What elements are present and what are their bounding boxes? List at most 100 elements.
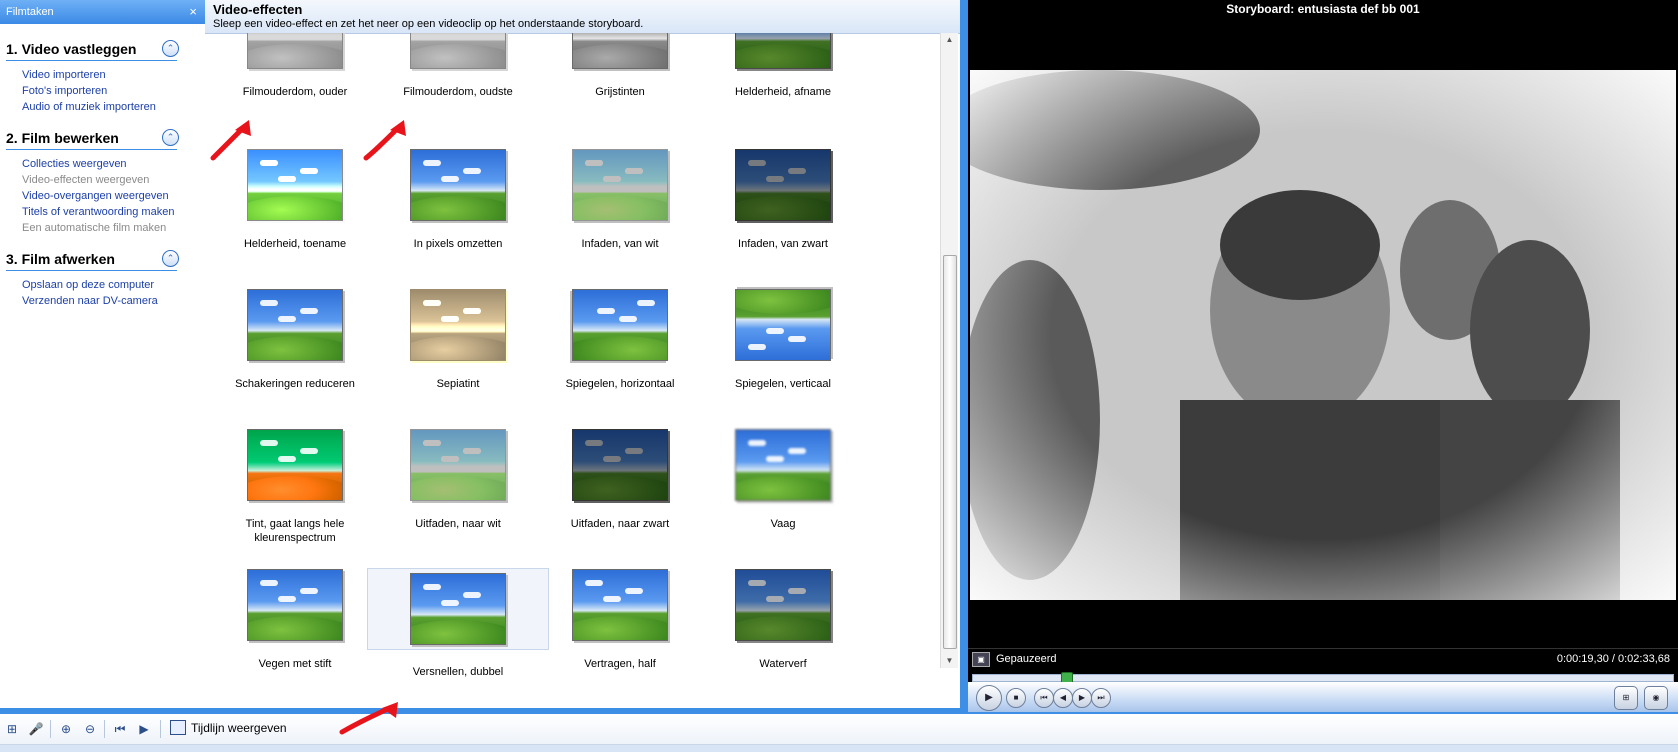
effect-label: In pixels omzetten — [413, 238, 503, 250]
thumbnail-cloud — [637, 300, 655, 306]
effect-label: Sepiatint — [436, 378, 480, 390]
thumbnail-hill — [248, 336, 342, 360]
play-icon[interactable]: ▶ — [976, 685, 1002, 711]
thumbnail-cloud — [300, 308, 318, 314]
thumbnail-hill — [736, 44, 830, 68]
effect-item[interactable]: Grijstinten — [530, 33, 710, 99]
effect-item[interactable]: Filmouderdom, ouder — [205, 33, 385, 99]
thumbnail-cloud — [441, 316, 459, 322]
effect-item[interactable]: Helderheid, toename — [205, 149, 385, 251]
collapse-chevron-icon[interactable]: ⌃ — [162, 40, 179, 57]
task-link[interactable]: Video importeren — [22, 67, 205, 83]
pane-splitter-vertical[interactable] — [960, 0, 968, 714]
next-frame-icon[interactable]: ⏭ — [1091, 688, 1111, 708]
effect-item[interactable]: Uitfaden, naar zwart — [530, 429, 710, 531]
effect-label: Vegen met stift — [258, 658, 332, 670]
effect-item[interactable]: Vegen met stift — [205, 569, 385, 671]
scroll-down-arrow-icon[interactable]: ▼ — [941, 654, 958, 668]
task-pane-header: Filmtaken × — [0, 0, 205, 24]
effect-thumbnail — [247, 149, 343, 221]
thumbnail-hill — [573, 196, 667, 220]
task-link[interactable]: Verzenden naar DV-camera — [22, 293, 205, 309]
content-subtitle: Sleep een video-effect en zet het neer o… — [213, 18, 644, 30]
effect-item[interactable]: Vertragen, half — [530, 569, 710, 671]
annotation-arrow-icon — [210, 120, 251, 161]
split-clip-icon[interactable]: ⊞ — [1614, 686, 1638, 710]
narrate-microphone-icon[interactable]: 🎤 — [28, 721, 44, 737]
effect-thumbnail — [735, 149, 831, 221]
task-sections: 1. Video vastleggen ⌃ Video importeren Foto… — [0, 40, 205, 309]
storyboard-toolbar: ⊞ 🎤 ⊕ ⊖ ⏮ ▶ Tijdlijn weergeven — [0, 714, 1678, 745]
thumbnail-hill — [248, 196, 342, 220]
effects-scrollbar[interactable]: ▲ ▼ — [940, 33, 958, 668]
content-header: Video-effecten Sleep een video-effect en… — [205, 0, 960, 34]
thumbnail-cloud — [260, 440, 278, 446]
zoom-out-icon[interactable]: ⊖ — [82, 721, 98, 737]
seek-bar[interactable] — [972, 672, 1674, 684]
rewind-storyboard-icon[interactable]: ⏮ — [112, 721, 128, 737]
play-storyboard-icon[interactable]: ▶ — [136, 721, 152, 737]
effect-item[interactable]: Helderheid, afname — [693, 33, 873, 99]
task-section-header[interactable]: 3. Film afwerken ⌃ — [6, 250, 179, 271]
effect-thumbnail-frame — [530, 289, 710, 361]
effect-item[interactable]: Waterverf — [693, 569, 873, 671]
rewind-icon[interactable]: ◀ — [1053, 688, 1073, 708]
effect-thumbnail — [735, 429, 831, 501]
effect-item[interactable]: Vaag — [693, 429, 873, 531]
task-section: 1. Video vastleggen ⌃ Video importeren Foto… — [0, 40, 205, 115]
effect-item[interactable]: Infaden, van wit — [530, 149, 710, 251]
effect-thumbnail-frame — [205, 569, 385, 641]
effect-item[interactable]: Tint, gaat langs hele kleurenspectrum — [205, 429, 385, 545]
effect-item[interactable]: Uitfaden, naar wit — [368, 429, 548, 531]
task-section-header[interactable]: 1. Video vastleggen ⌃ — [6, 40, 179, 61]
task-link: Een automatische film maken — [22, 222, 167, 234]
effect-item[interactable]: Schakeringen reduceren — [205, 289, 385, 391]
effect-thumbnail-frame — [368, 289, 548, 361]
task-section-header[interactable]: 2. Film bewerken ⌃ — [6, 129, 179, 150]
stop-icon[interactable]: ■ — [1006, 688, 1026, 708]
take-picture-icon[interactable]: ◉ — [1644, 686, 1668, 710]
effect-label: Vertragen, half — [584, 658, 656, 670]
task-link[interactable]: Titels of verantwoording maken — [22, 204, 205, 220]
effect-item[interactable]: Filmouderdom, oudste — [368, 33, 548, 99]
task-link[interactable]: Foto's importeren — [22, 83, 205, 99]
forward-icon[interactable]: ▶ — [1072, 688, 1092, 708]
effect-thumbnail-frame — [530, 429, 710, 501]
thumbnail-cloud — [603, 176, 621, 182]
effect-item[interactable]: Infaden, van zwart — [693, 149, 873, 251]
effect-item[interactable]: Spiegelen, verticaal — [693, 289, 873, 391]
task-link[interactable]: Video-overgangen weergeven — [22, 188, 205, 204]
thumbnail-cloud — [260, 160, 278, 166]
toolbar-separator — [50, 720, 51, 738]
task-link[interactable]: Collecties weergeven — [22, 156, 205, 172]
effect-item[interactable]: Versnellen, dubbel — [367, 568, 549, 679]
previous-frame-icon[interactable]: ⏮ — [1034, 688, 1054, 708]
scrollbar-thumb[interactable] — [943, 255, 957, 649]
close-icon[interactable]: × — [189, 0, 197, 24]
effect-item[interactable]: Sepiatint — [368, 289, 548, 391]
thumbnail-cloud — [788, 168, 806, 174]
task-link[interactable]: Opslaan op deze computer — [22, 277, 205, 293]
collapse-chevron-icon[interactable]: ⌃ — [162, 129, 179, 146]
storyboard-icon[interactable]: ⊞ — [4, 721, 20, 737]
effect-label: Filmouderdom, oudste — [403, 86, 513, 98]
effect-label: Waterverf — [759, 658, 807, 670]
effect-thumbnail — [247, 289, 343, 361]
thumbnail-hill — [572, 336, 668, 361]
monitor-icon: ▣ — [972, 652, 990, 667]
collapse-chevron-icon[interactable]: ⌃ — [162, 250, 179, 267]
thumbnail-cloud — [463, 592, 481, 598]
scroll-up-arrow-icon[interactable]: ▲ — [941, 33, 958, 47]
task-link[interactable]: Audio of muziek importeren — [22, 99, 205, 115]
thumbnail-cloud — [619, 316, 637, 322]
effect-thumbnail-frame — [693, 569, 873, 641]
effect-item[interactable]: Spiegelen, horizontaal — [530, 289, 710, 391]
effect-thumbnail — [735, 289, 831, 361]
thumbnail-hill — [573, 476, 667, 500]
effect-thumbnail — [247, 33, 343, 69]
show-timeline-button[interactable]: Tijdlijn weergeven — [170, 720, 287, 738]
effect-thumbnail-frame — [530, 33, 710, 69]
effect-item[interactable]: In pixels omzetten — [368, 149, 548, 251]
monitor-status-row: ▣ Gepauzeerd 0:00:19,30 / 0:02:33,68 — [968, 648, 1678, 671]
zoom-in-icon[interactable]: ⊕ — [58, 721, 74, 737]
